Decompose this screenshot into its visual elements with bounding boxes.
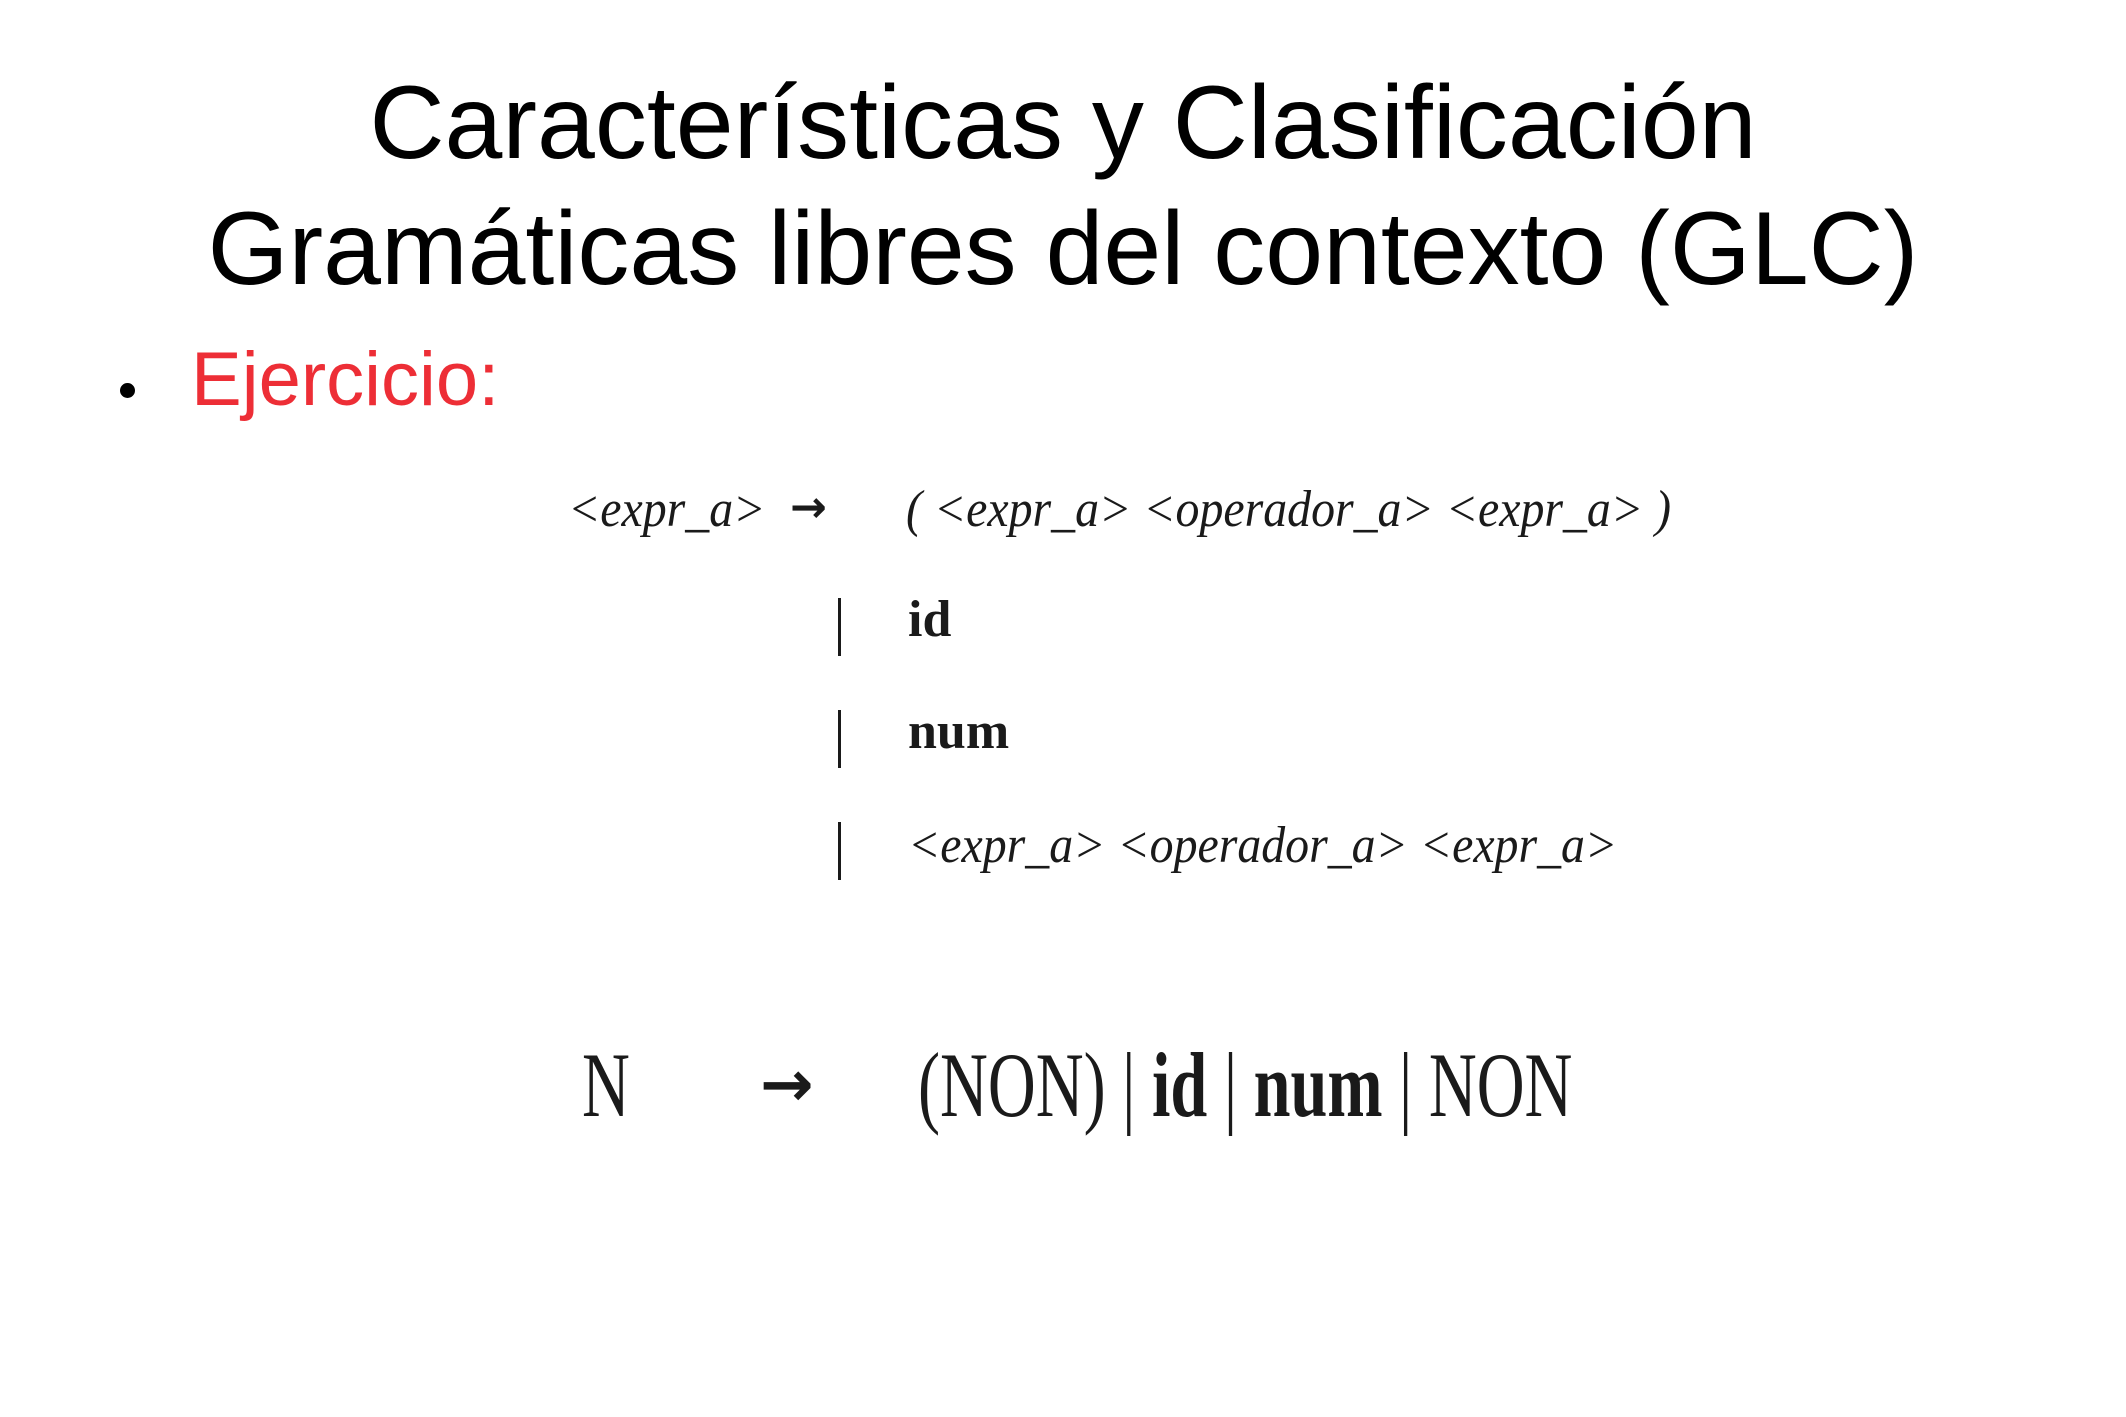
- alternative-bar: [838, 822, 841, 880]
- alternative-bar: [838, 598, 841, 656]
- grammar-rules: <expr_a> → ( <expr_a> <operador_a> <expr…: [0, 0, 2126, 1417]
- compact-id: id: [1152, 1034, 1208, 1136]
- compact-part: (NON) |: [918, 1034, 1153, 1136]
- arrow-icon: →: [790, 482, 827, 533]
- grammar-alt-num: num: [908, 703, 1010, 760]
- grammar-rhs-first: ( <expr_a> <operador_a> <expr_a> ): [906, 481, 1672, 538]
- grammar-lhs: <expr_a>: [568, 481, 766, 538]
- compact-arrow-icon: →: [760, 1048, 814, 1122]
- compact-rule-rhs: (NON) | id | num | NON: [918, 1030, 1572, 1140]
- compact-part: |: [1207, 1034, 1254, 1136]
- alternative-bar: [838, 710, 841, 768]
- compact-part: | NON: [1382, 1034, 1573, 1136]
- grammar-alt-id: id: [908, 591, 952, 648]
- compact-num: num: [1253, 1034, 1383, 1136]
- grammar-alt-expr: <expr_a> <operador_a> <expr_a>: [908, 817, 1618, 874]
- slide: Características y Clasificación Gramátic…: [0, 0, 2126, 1417]
- compact-rule-lhs: N: [582, 1034, 630, 1136]
